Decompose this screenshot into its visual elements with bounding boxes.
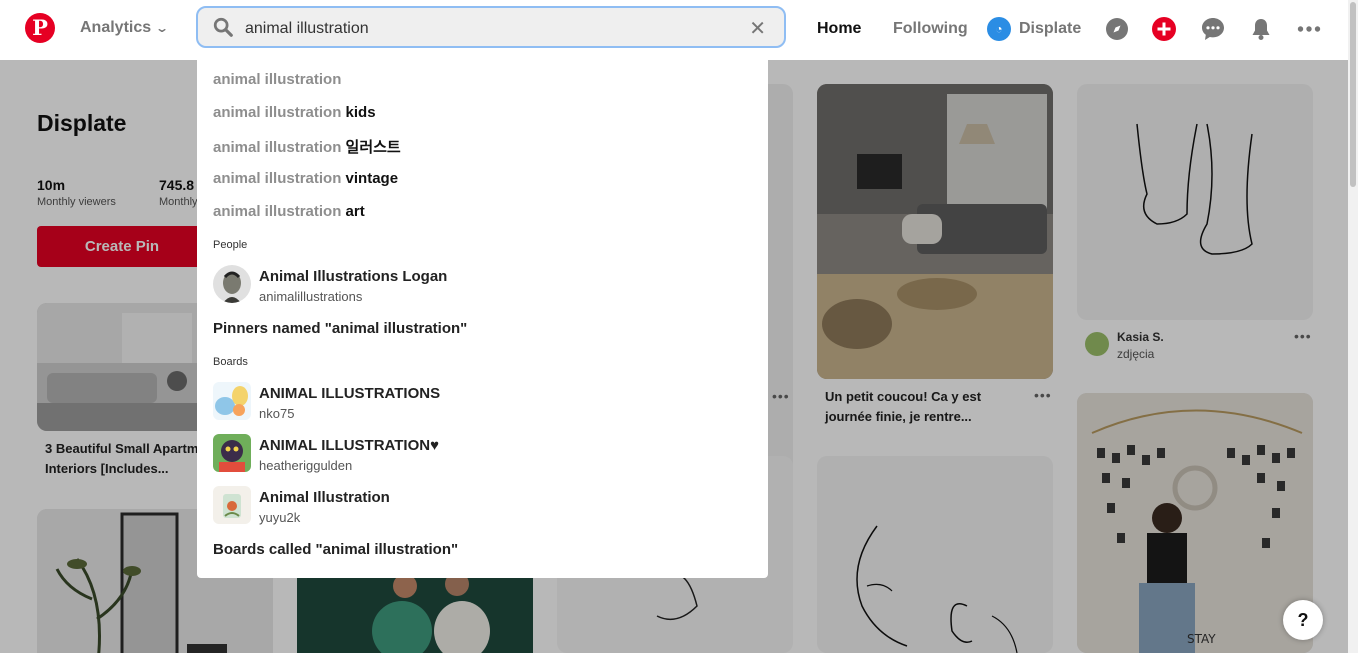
- board-owner: yuyu2k: [259, 510, 301, 525]
- board-thumbnail[interactable]: [213, 382, 251, 420]
- compass-icon[interactable]: [1105, 17, 1129, 41]
- board-owner: heatheriggulden: [259, 458, 353, 473]
- person-avatar-image: [213, 265, 251, 303]
- suggestion-item[interactable]: animal illustration vintage: [213, 170, 398, 187]
- suggestion-item[interactable]: animal illustration kids: [213, 104, 376, 121]
- profile-name: Displate: [1019, 20, 1082, 37]
- board-name[interactable]: ANIMAL ILLUSTRATIONS: [259, 385, 440, 402]
- help-button[interactable]: ?: [1283, 600, 1323, 640]
- section-label-people: People: [213, 239, 248, 251]
- chevron-down-icon: ⌄: [155, 21, 170, 35]
- section-label-boards: Boards: [213, 356, 248, 368]
- scrollbar-thumb[interactable]: [1350, 2, 1356, 187]
- nav-following[interactable]: Following: [893, 20, 968, 38]
- more-options-icon[interactable]: [1297, 17, 1321, 41]
- pinterest-logo-icon[interactable]: P: [25, 13, 55, 43]
- suggestion-item[interactable]: animal illustration 일러스트: [213, 136, 401, 157]
- board-cover-image: [213, 434, 251, 472]
- suggestion-item[interactable]: animal illustration: [213, 71, 341, 88]
- nav-home[interactable]: Home: [817, 20, 861, 38]
- board-name[interactable]: Animal Illustration: [259, 489, 390, 506]
- person-name[interactable]: Animal Illustrations Logan: [259, 268, 447, 285]
- notifications-bell-icon[interactable]: [1249, 17, 1273, 41]
- search-input[interactable]: animal illustration: [245, 20, 369, 38]
- person-avatar[interactable]: [213, 265, 251, 303]
- board-cover-image: [213, 486, 251, 524]
- profile-avatar-icon: ◔: [987, 17, 1011, 41]
- clear-search-icon[interactable]: ✕: [749, 16, 766, 41]
- search-suggestions-dropdown: animal illustration animal illustration …: [197, 60, 768, 578]
- search-bar[interactable]: animal illustration ✕: [196, 6, 786, 48]
- search-icon: [213, 17, 233, 37]
- person-username: animalillustrations: [259, 289, 363, 304]
- page-scrollbar[interactable]: [1348, 0, 1358, 653]
- board-thumbnail[interactable]: [213, 434, 251, 472]
- add-icon[interactable]: [1152, 17, 1176, 41]
- suggestion-item[interactable]: animal illustration art: [213, 203, 365, 220]
- messages-icon[interactable]: [1201, 17, 1225, 41]
- top-header: P Analytics ⌄ animal illustration ✕ Home …: [0, 0, 1348, 60]
- board-name[interactable]: ANIMAL ILLUSTRATION♥: [259, 437, 439, 454]
- analytics-label: Analytics: [80, 19, 152, 36]
- analytics-menu[interactable]: Analytics ⌄: [80, 19, 170, 37]
- boards-called-link[interactable]: Boards called "animal illustration": [213, 541, 458, 558]
- board-owner: nko75: [259, 406, 295, 421]
- board-thumbnail[interactable]: [213, 486, 251, 524]
- board-cover-image: [213, 382, 251, 420]
- pinners-named-link[interactable]: Pinners named "animal illustration": [213, 320, 467, 337]
